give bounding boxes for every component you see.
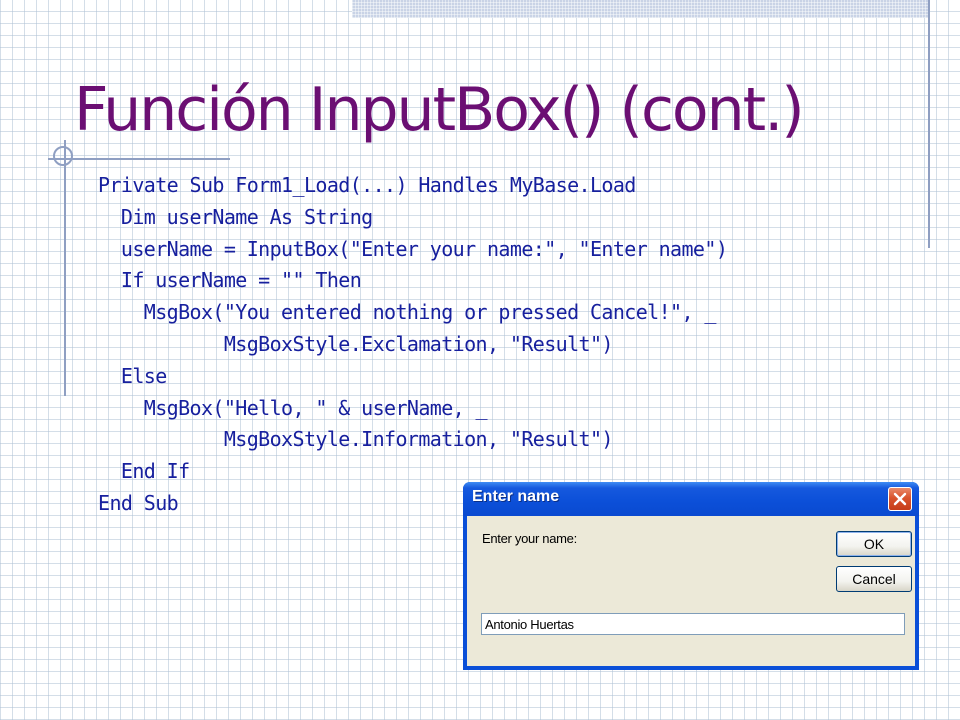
decorative-ring [53, 146, 73, 166]
decorative-vertical-line-right [928, 0, 930, 248]
name-input[interactable] [481, 613, 905, 635]
code-line: If userName = "" Then [98, 268, 362, 293]
code-line: userName = InputBox("Enter your name:", … [98, 236, 728, 261]
cancel-button[interactable]: Cancel [836, 566, 912, 592]
code-line: Else [98, 363, 167, 388]
decorative-horizontal-line [48, 158, 230, 160]
dialog-client-area: Enter your name: OK Cancel [467, 516, 915, 666]
code-line: MsgBox("Hello, " & userName, _ [98, 395, 488, 420]
code-line: MsgBoxStyle.Exclamation, "Result") [98, 331, 614, 356]
code-line: MsgBoxStyle.Information, "Result") [98, 427, 614, 452]
close-icon [893, 492, 907, 506]
code-block: Private Sub Form1_Load(...) Handles MyBa… [98, 170, 728, 520]
code-line: Private Sub Form1_Load(...) Handles MyBa… [98, 173, 636, 197]
ok-button[interactable]: OK [836, 531, 912, 557]
slide-title: Función InputBox() (cont.) [74, 75, 805, 145]
code-line: MsgBox("You entered nothing or pressed C… [98, 300, 717, 325]
dialog-titlebar[interactable]: Enter name [463, 482, 919, 516]
dialog-title: Enter name [472, 488, 560, 505]
decorative-vertical-line-left [64, 140, 66, 396]
dialog-close-button[interactable] [888, 487, 912, 511]
dialog-prompt: Enter your name: [482, 531, 577, 546]
input-dialog: Enter name Enter your name: OK Cancel [463, 482, 919, 670]
decorative-top-band [352, 0, 930, 18]
code-line: Dim userName As String [98, 204, 373, 229]
